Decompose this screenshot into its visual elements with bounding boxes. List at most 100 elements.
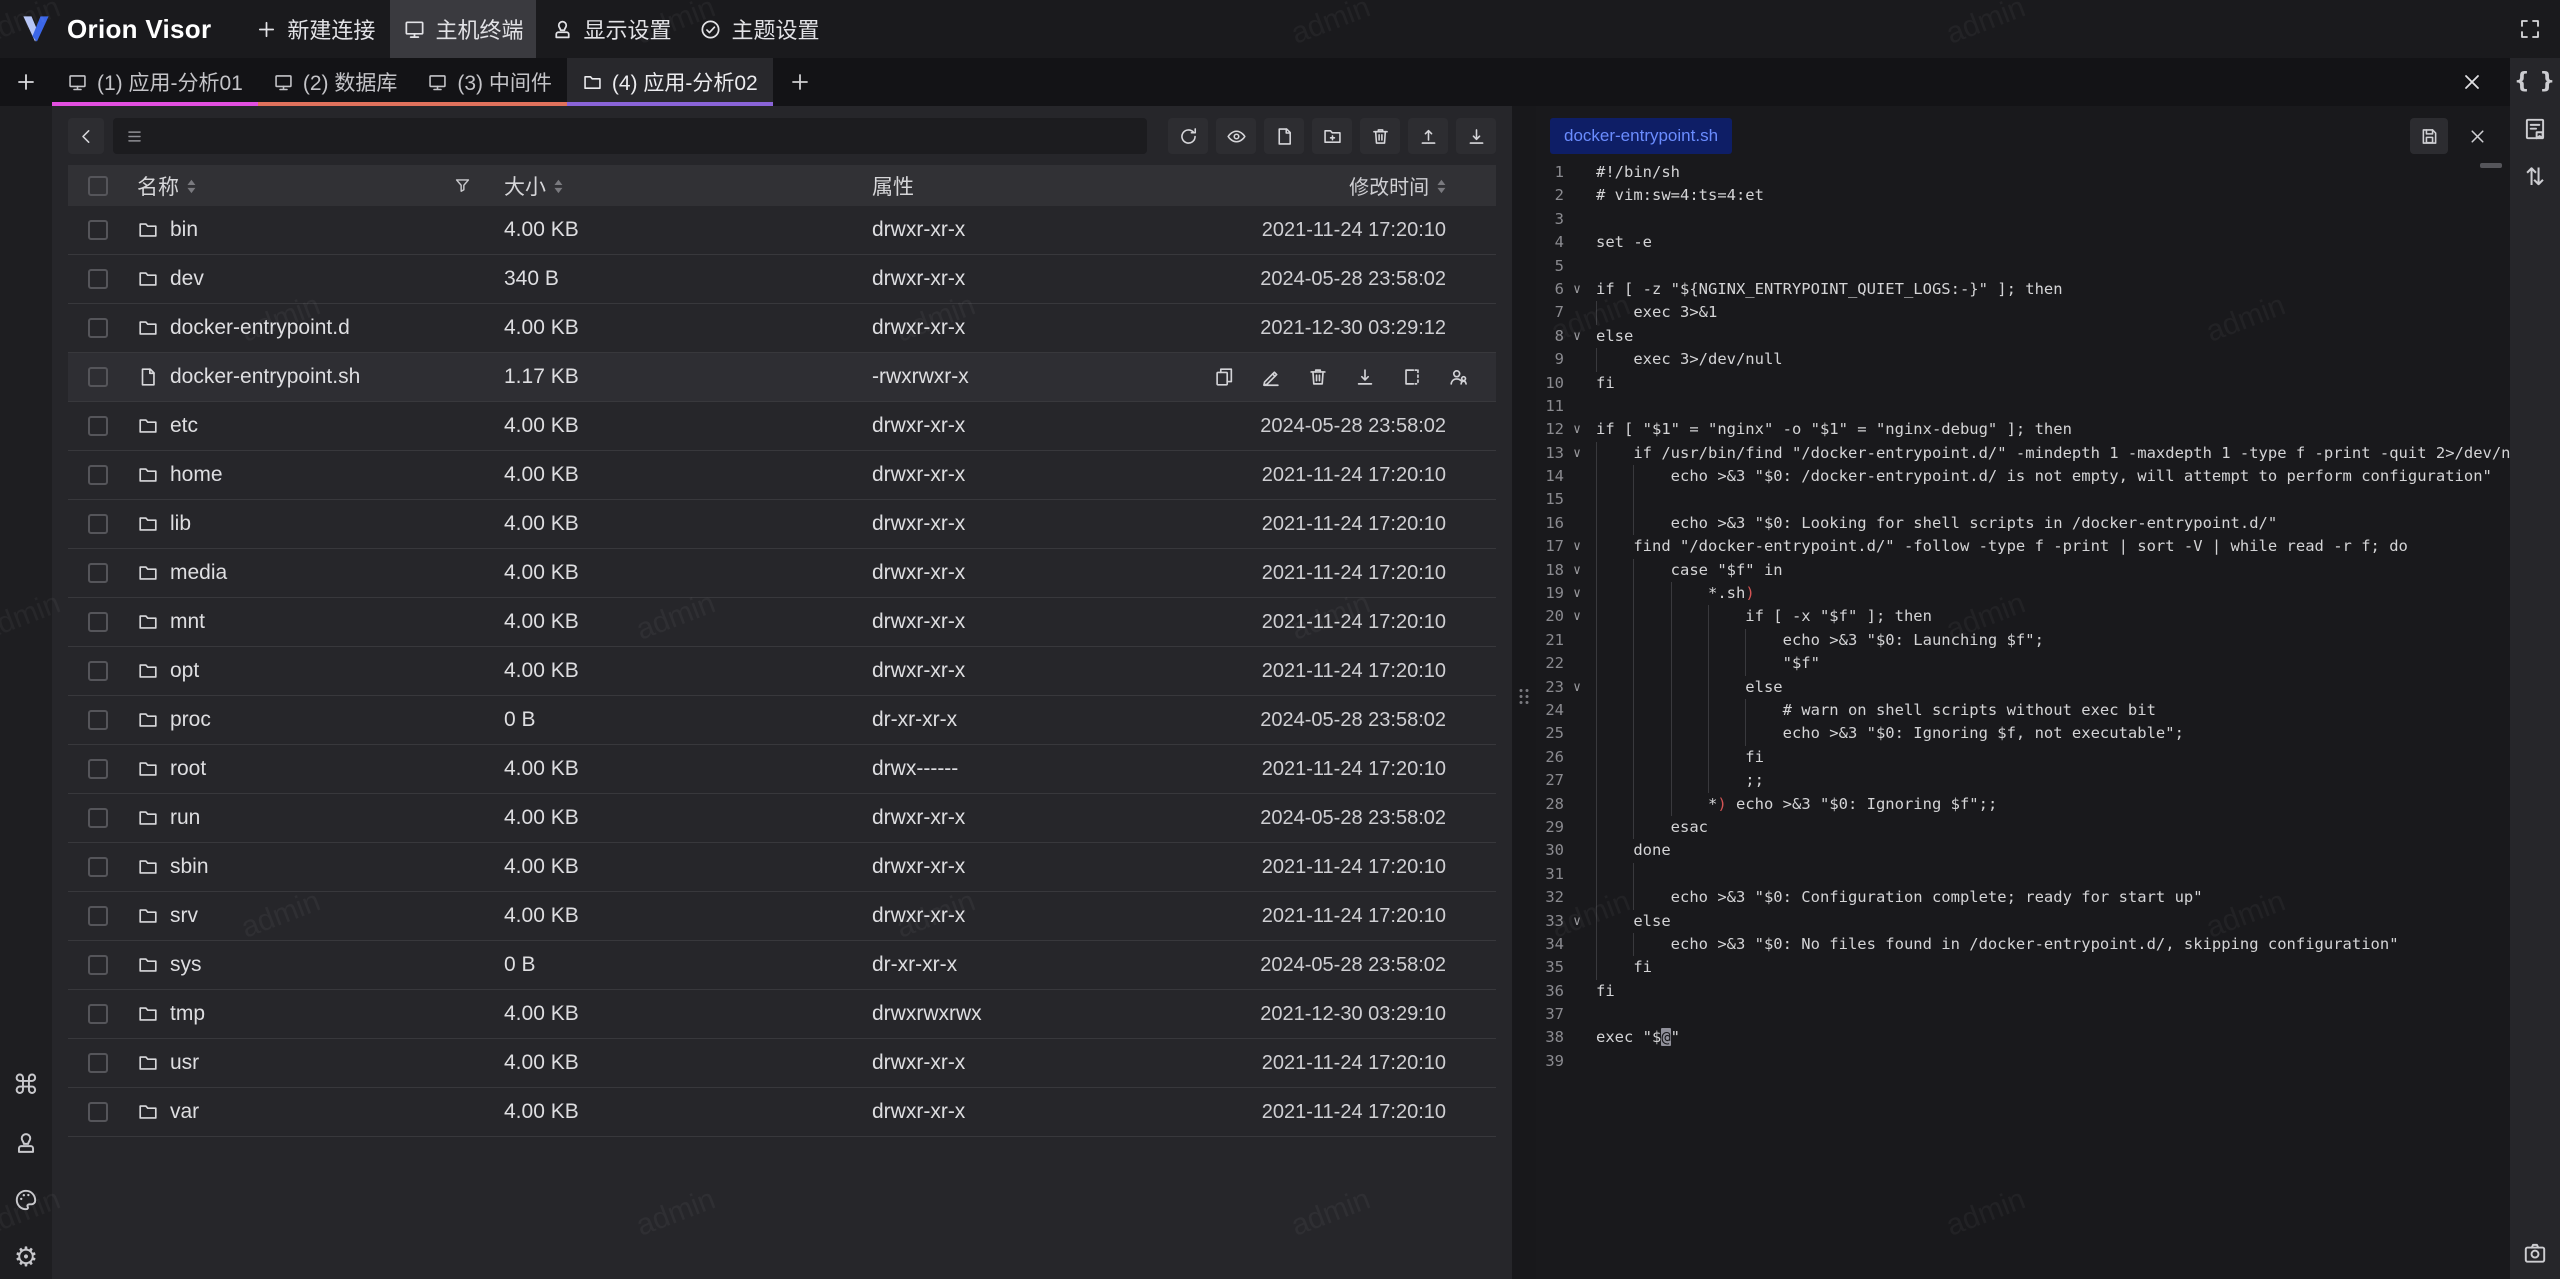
close-tabs-button[interactable]: [2434, 58, 2510, 106]
file-name[interactable]: etc: [170, 414, 198, 438]
row-checkbox[interactable]: [88, 1102, 108, 1122]
row-owner-button[interactable]: [1448, 366, 1470, 388]
row-checkbox[interactable]: [88, 661, 108, 681]
path-breadcrumb-input[interactable]: [113, 118, 1147, 154]
sort-toggle[interactable]: ▲▼: [187, 178, 196, 194]
add-tab-button[interactable]: [773, 58, 827, 106]
row-checkbox[interactable]: [88, 857, 108, 877]
menu-host-terminal[interactable]: 主机终端: [390, 0, 536, 58]
save-button[interactable]: [2410, 118, 2448, 154]
upload-button[interactable]: [1408, 118, 1448, 154]
file-row-media[interactable]: media4.00 KBdrwxr-xr-x2021-11-24 17:20:1…: [68, 549, 1496, 598]
row-checkbox[interactable]: [88, 710, 108, 730]
fold-chevron-icon[interactable]: ∨: [1564, 418, 1590, 441]
row-checkbox[interactable]: [88, 367, 108, 387]
file-row-srv[interactable]: srv4.00 KBdrwxr-xr-x2021-11-24 17:20:10: [68, 892, 1496, 941]
file-row-dev[interactable]: dev340 Bdrwxr-xr-x2024-05-28 23:58:02: [68, 255, 1496, 304]
terminal-tab-4[interactable]: (4) 应用-分析02: [567, 58, 773, 106]
file-row-lib[interactable]: lib4.00 KBdrwxr-xr-x2021-11-24 17:20:10: [68, 500, 1496, 549]
strip-line-sort-button[interactable]: ⇅: [2525, 165, 2545, 189]
fold-chevron-icon[interactable]: ∨: [1564, 325, 1590, 348]
row-download-button[interactable]: [1354, 366, 1376, 388]
row-checkbox[interactable]: [88, 220, 108, 240]
filter-button[interactable]: [453, 176, 472, 195]
file-row-docker-entrypoint.sh[interactable]: docker-entrypoint.sh1.17 KB-rwxrwxr-x: [68, 353, 1496, 402]
strip-doc-bookmark-button[interactable]: [2522, 116, 2548, 142]
file-name[interactable]: media: [170, 561, 227, 585]
row-checkbox[interactable]: [88, 1004, 108, 1024]
brand[interactable]: Orion Visor: [0, 0, 241, 58]
back-button[interactable]: [68, 118, 104, 154]
file-name[interactable]: usr: [170, 1051, 199, 1075]
row-checkbox[interactable]: [88, 906, 108, 926]
row-edit-button[interactable]: [1260, 366, 1282, 388]
file-name[interactable]: root: [170, 757, 206, 781]
file-name[interactable]: docker-entrypoint.d: [170, 316, 350, 340]
download-button[interactable]: [1456, 118, 1496, 154]
row-checkbox[interactable]: [88, 465, 108, 485]
preview-button[interactable]: [1216, 118, 1256, 154]
file-name[interactable]: mnt: [170, 610, 205, 634]
divider-drag-handle[interactable]: [1520, 689, 1529, 704]
file-name[interactable]: docker-entrypoint.sh: [170, 365, 360, 389]
strip-screenshot-button[interactable]: [2522, 1240, 2548, 1266]
refresh-button[interactable]: [1168, 118, 1208, 154]
file-row-sys[interactable]: sys0 Bdr-xr-xr-x2024-05-28 23:58:02: [68, 941, 1496, 990]
file-name[interactable]: lib: [170, 512, 191, 536]
file-row-home[interactable]: home4.00 KBdrwxr-xr-x2021-11-24 17:20:10: [68, 451, 1496, 500]
file-name[interactable]: run: [170, 806, 200, 830]
terminal-tab-2[interactable]: (2) 数据库: [258, 58, 413, 106]
file-row-sbin[interactable]: sbin4.00 KBdrwxr-xr-x2021-11-24 17:20:10: [68, 843, 1496, 892]
file-row-bin[interactable]: bin4.00 KBdrwxr-xr-x2021-11-24 17:20:10: [68, 206, 1496, 255]
file-row-var[interactable]: var4.00 KBdrwxr-xr-x2021-11-24 17:20:10: [68, 1088, 1496, 1137]
file-row-run[interactable]: run4.00 KBdrwxr-xr-x2024-05-28 23:58:02: [68, 794, 1496, 843]
column-mtime[interactable]: 修改时间▲▼: [1190, 171, 1496, 200]
row-checkbox[interactable]: [88, 318, 108, 338]
row-checkbox[interactable]: [88, 759, 108, 779]
file-name[interactable]: opt: [170, 659, 199, 683]
fold-chevron-icon[interactable]: ∨: [1564, 605, 1590, 628]
row-checkbox[interactable]: [88, 269, 108, 289]
fold-chevron-icon[interactable]: ∨: [1564, 910, 1590, 933]
row-checkbox[interactable]: [88, 808, 108, 828]
row-move-button[interactable]: [1401, 366, 1423, 388]
menu-theme-settings[interactable]: 主题设置: [686, 0, 832, 58]
sidebar-new-button[interactable]: [0, 58, 52, 106]
row-delete-button[interactable]: [1307, 366, 1329, 388]
file-name[interactable]: sys: [170, 953, 202, 977]
row-checkbox[interactable]: [88, 563, 108, 583]
row-checkbox[interactable]: [88, 1053, 108, 1073]
sidebar-display-settings-button[interactable]: [13, 1130, 39, 1156]
file-row-etc[interactable]: etc4.00 KBdrwxr-xr-x2024-05-28 23:58:02: [68, 402, 1496, 451]
file-name[interactable]: sbin: [170, 855, 209, 879]
new-folder-button[interactable]: [1312, 118, 1352, 154]
sidebar-theme-button[interactable]: [13, 1187, 39, 1213]
code-editor[interactable]: 1#!/bin/sh2# vim:sw=4:ts=4:et34set -e56∨…: [1536, 161, 2510, 1279]
fold-chevron-icon[interactable]: ∨: [1564, 535, 1590, 558]
fold-chevron-icon[interactable]: ∨: [1564, 559, 1590, 582]
fold-chevron-icon[interactable]: ∨: [1564, 278, 1590, 301]
sort-toggle[interactable]: ▲▼: [1437, 178, 1446, 194]
row-checkbox[interactable]: [88, 416, 108, 436]
strip-code-snippets-button[interactable]: { }: [2514, 71, 2556, 93]
sort-toggle[interactable]: ▲▼: [554, 178, 563, 194]
file-row-usr[interactable]: usr4.00 KBdrwxr-xr-x2021-11-24 17:20:10: [68, 1039, 1496, 1088]
select-all-checkbox[interactable]: [88, 176, 108, 196]
terminal-tab-3[interactable]: (3) 中间件: [412, 58, 567, 106]
fold-chevron-icon[interactable]: ∨: [1564, 442, 1590, 465]
editor-close-button[interactable]: [2458, 118, 2496, 154]
fullscreen-button[interactable]: [2500, 0, 2560, 58]
file-row-proc[interactable]: proc0 Bdr-xr-xr-x2024-05-28 23:58:02: [68, 696, 1496, 745]
row-checkbox[interactable]: [88, 955, 108, 975]
fold-chevron-icon[interactable]: ∨: [1564, 676, 1590, 699]
row-copy-button[interactable]: [1213, 366, 1235, 388]
sidebar-settings-button[interactable]: ⚙: [14, 1244, 38, 1271]
menu-display-settings[interactable]: 显示设置: [538, 0, 684, 58]
file-row-mnt[interactable]: mnt4.00 KBdrwxr-xr-x2021-11-24 17:20:10: [68, 598, 1496, 647]
file-name[interactable]: home: [170, 463, 223, 487]
sidebar-command-palette-button[interactable]: ⌘: [13, 1072, 40, 1099]
row-checkbox[interactable]: [88, 612, 108, 632]
menu-new-connection[interactable]: 新建连接: [242, 0, 388, 58]
file-name[interactable]: dev: [170, 267, 204, 291]
new-file-button[interactable]: [1264, 118, 1304, 154]
